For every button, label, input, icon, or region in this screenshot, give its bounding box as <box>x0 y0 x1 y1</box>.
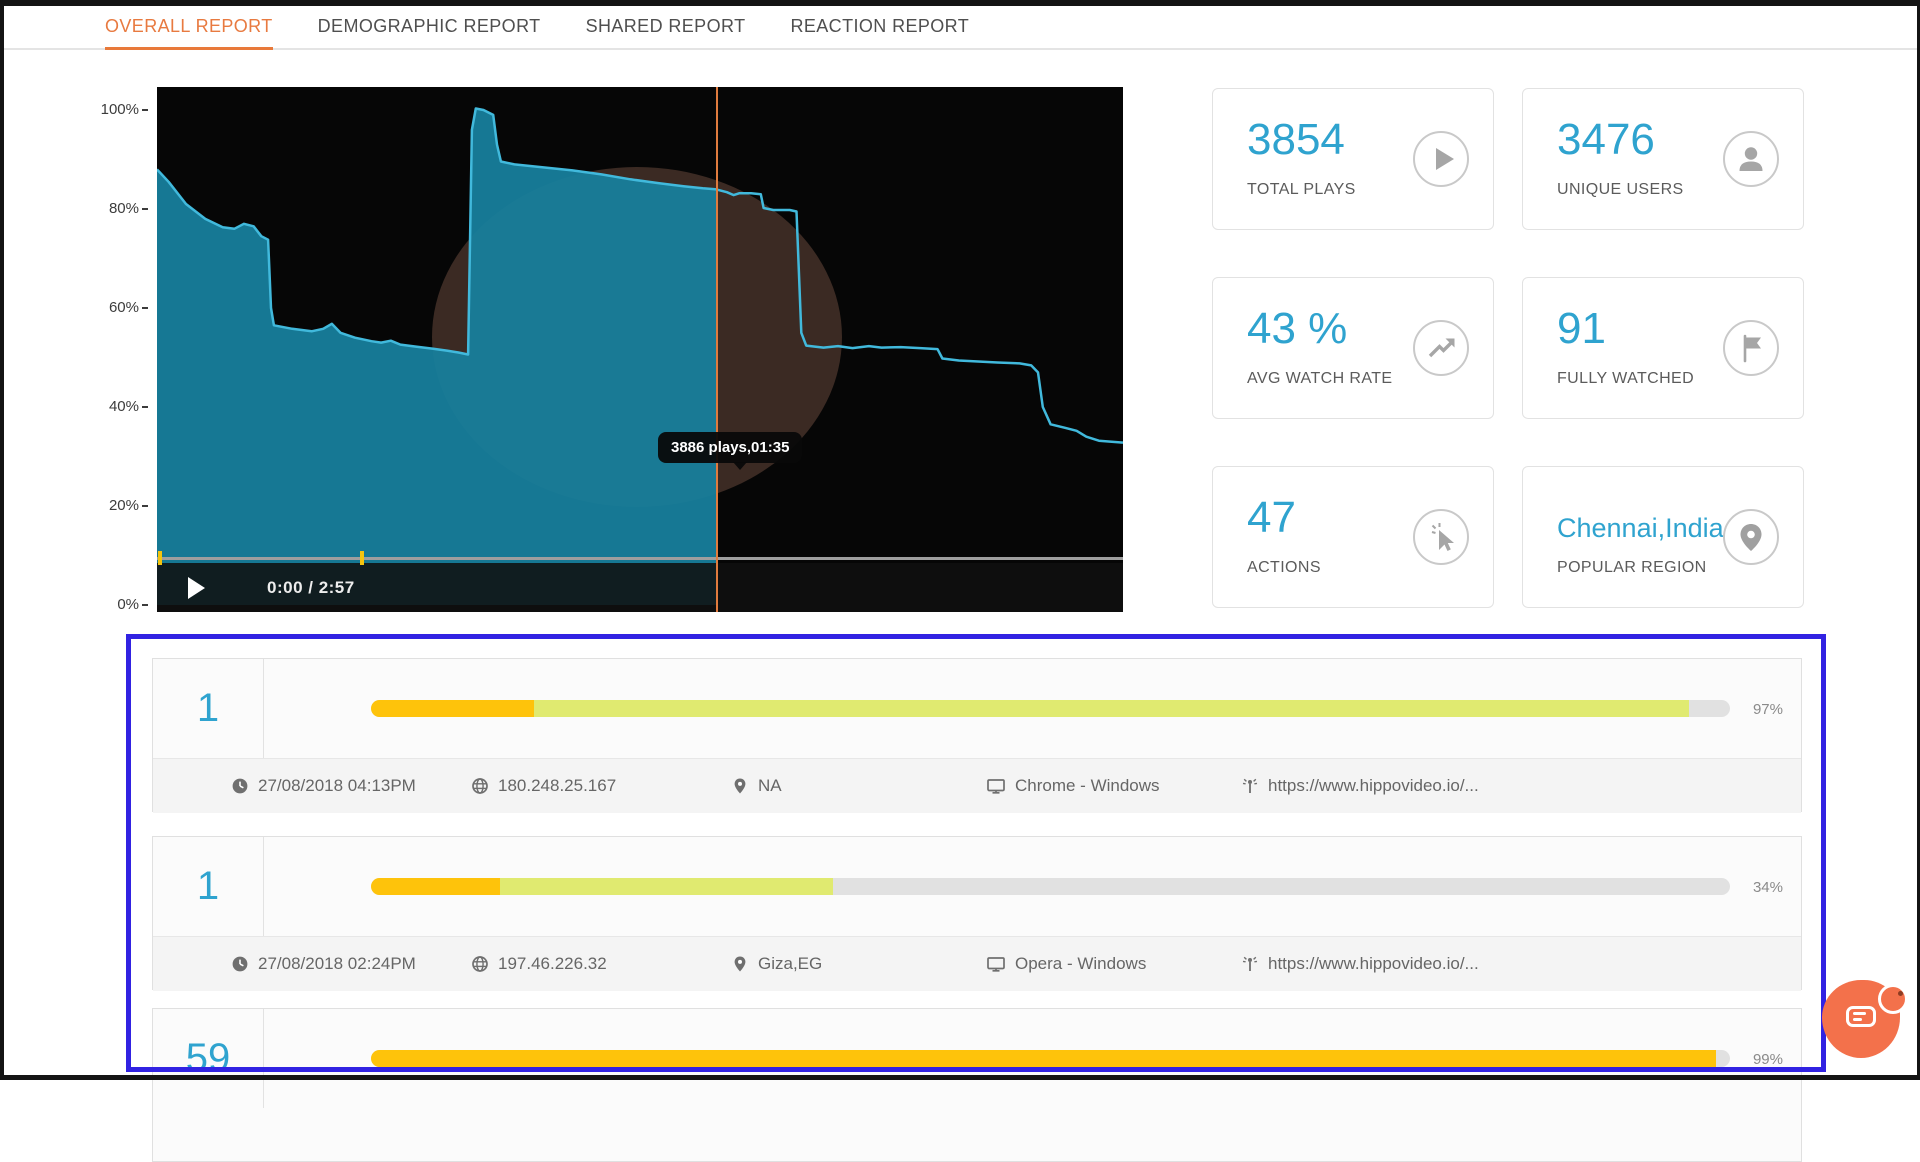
viewer-details: 27/08/2018 02:24PM 197.46.226.32 Giza,EG… <box>153 936 1801 991</box>
stat-label: UNIQUE USERS <box>1557 181 1684 199</box>
y-axis-label: 40% <box>96 398 148 415</box>
seek-marker <box>360 551 364 565</box>
watched-percent: 34% <box>1723 879 1783 896</box>
stat-card-avg-watch-rate: 43 % AVG WATCH RATE <box>1212 277 1494 419</box>
watch-progress-bar <box>371 700 1730 717</box>
broadcast-icon <box>1241 955 1259 973</box>
stat-value: 3476 <box>1557 115 1655 165</box>
stat-card-unique-users: 3476 UNIQUE USERS <box>1522 88 1804 230</box>
stat-card-total-plays: 3854 TOTAL PLAYS <box>1212 88 1494 230</box>
time-display: 0:00 / 2:57 <box>267 578 355 598</box>
player-controls: 0:00 / 2:57 <box>157 563 1123 612</box>
viewer-row[interactable]: 1 97% 27/08/2018 04:13PM 180.248.25.167 … <box>152 658 1802 812</box>
view-count: 1 <box>153 837 264 936</box>
view-location: NA <box>731 776 986 796</box>
y-axis-label: 80% <box>96 200 148 217</box>
watched-percent: 97% <box>1723 701 1783 718</box>
screen-frame <box>0 0 4 1080</box>
stat-label: FULLY WATCHED <box>1557 370 1694 388</box>
view-datetime: 27/08/2018 04:13PM <box>231 776 471 796</box>
stat-label: AVG WATCH RATE <box>1247 370 1392 388</box>
bar-segment <box>534 700 1689 717</box>
view-count: 59 <box>153 1009 264 1108</box>
stat-value: 91 <box>1557 304 1606 354</box>
tab-shared-report[interactable]: SHARED REPORT <box>586 6 746 50</box>
watched-percent: 99% <box>1723 1051 1783 1068</box>
pin-icon <box>731 955 749 973</box>
user-icon <box>1723 131 1779 187</box>
pin-icon <box>1723 509 1779 565</box>
y-axis-label: 100% <box>96 101 148 118</box>
monitor-icon <box>986 777 1006 795</box>
bar-segment <box>500 878 833 895</box>
stat-label: ACTIONS <box>1247 559 1321 577</box>
clock-icon <box>231 955 249 973</box>
play-icon <box>1413 131 1469 187</box>
tab-overall-report[interactable]: OVERALL REPORT <box>105 6 273 50</box>
view-location: Giza,EG <box>731 954 986 974</box>
play-button[interactable] <box>188 577 205 599</box>
flag-icon <box>1723 320 1779 376</box>
clock-icon <box>231 777 249 795</box>
trend-icon <box>1413 320 1469 376</box>
pin-icon <box>731 777 749 795</box>
y-axis-label: 20% <box>96 497 148 514</box>
bar-segment <box>371 878 500 895</box>
report-tab-bar: OVERALL REPORT DEMOGRAPHIC REPORT SHARED… <box>4 6 1917 50</box>
view-ip-address: 197.46.226.32 <box>471 954 731 974</box>
view-datetime: 27/08/2018 02:24PM <box>231 954 471 974</box>
watch-progress-bar <box>371 1050 1730 1067</box>
stat-value: 47 <box>1247 493 1296 543</box>
chat-notification-badge <box>1878 984 1908 1014</box>
view-source-url[interactable]: https://www.hippovideo.io/... <box>1241 954 1801 974</box>
globe-icon <box>471 955 489 973</box>
monitor-icon <box>986 955 1006 973</box>
tab-reaction-report[interactable]: REACTION REPORT <box>790 6 969 50</box>
globe-icon <box>471 777 489 795</box>
view-ip-address: 180.248.25.167 <box>471 776 731 796</box>
watch-progress-bar <box>371 878 1730 895</box>
stat-value: Chennai,India <box>1557 513 1724 544</box>
view-source-url[interactable]: https://www.hippovideo.io/... <box>1241 776 1801 796</box>
tab-demographic-report[interactable]: DEMOGRAPHIC REPORT <box>318 6 541 50</box>
engagement-area-chart <box>157 87 1123 612</box>
seekbar[interactable] <box>157 557 1123 560</box>
view-count: 1 <box>153 659 264 758</box>
view-browser-os: Chrome - Windows <box>986 776 1241 796</box>
chart-tooltip: 3886 plays,01:35 <box>658 432 802 463</box>
stat-label: POPULAR REGION <box>1557 559 1707 577</box>
stat-value: 3854 <box>1247 115 1345 165</box>
stat-card-fully-watched: 91 FULLY WATCHED <box>1522 277 1804 419</box>
viewer-details: 27/08/2018 04:13PM 180.248.25.167 NA Chr… <box>153 758 1801 813</box>
stat-card-popular-region: Chennai,India POPULAR REGION <box>1522 466 1804 608</box>
seek-marker <box>158 551 162 565</box>
viewer-row[interactable]: 59 99% <box>152 1008 1802 1162</box>
stat-card-actions: 47 ACTIONS <box>1212 466 1494 608</box>
y-axis-label: 0% <box>96 596 148 613</box>
bar-segment <box>371 1050 1716 1067</box>
broadcast-icon <box>1241 777 1259 795</box>
viewer-row[interactable]: 1 34% 27/08/2018 02:24PM 197.46.226.32 G… <box>152 836 1802 990</box>
stat-value: 43 % <box>1247 304 1347 354</box>
bar-segment <box>371 700 534 717</box>
video-engagement-player[interactable]: 3886 plays,01:35 0:00 / 2:57 <box>157 87 1123 612</box>
playhead-line <box>716 87 718 612</box>
y-axis-label: 60% <box>96 299 148 316</box>
stat-label: TOTAL PLAYS <box>1247 181 1356 199</box>
chat-bubble-icon <box>1846 1006 1876 1027</box>
click-icon <box>1413 509 1469 565</box>
view-browser-os: Opera - Windows <box>986 954 1241 974</box>
